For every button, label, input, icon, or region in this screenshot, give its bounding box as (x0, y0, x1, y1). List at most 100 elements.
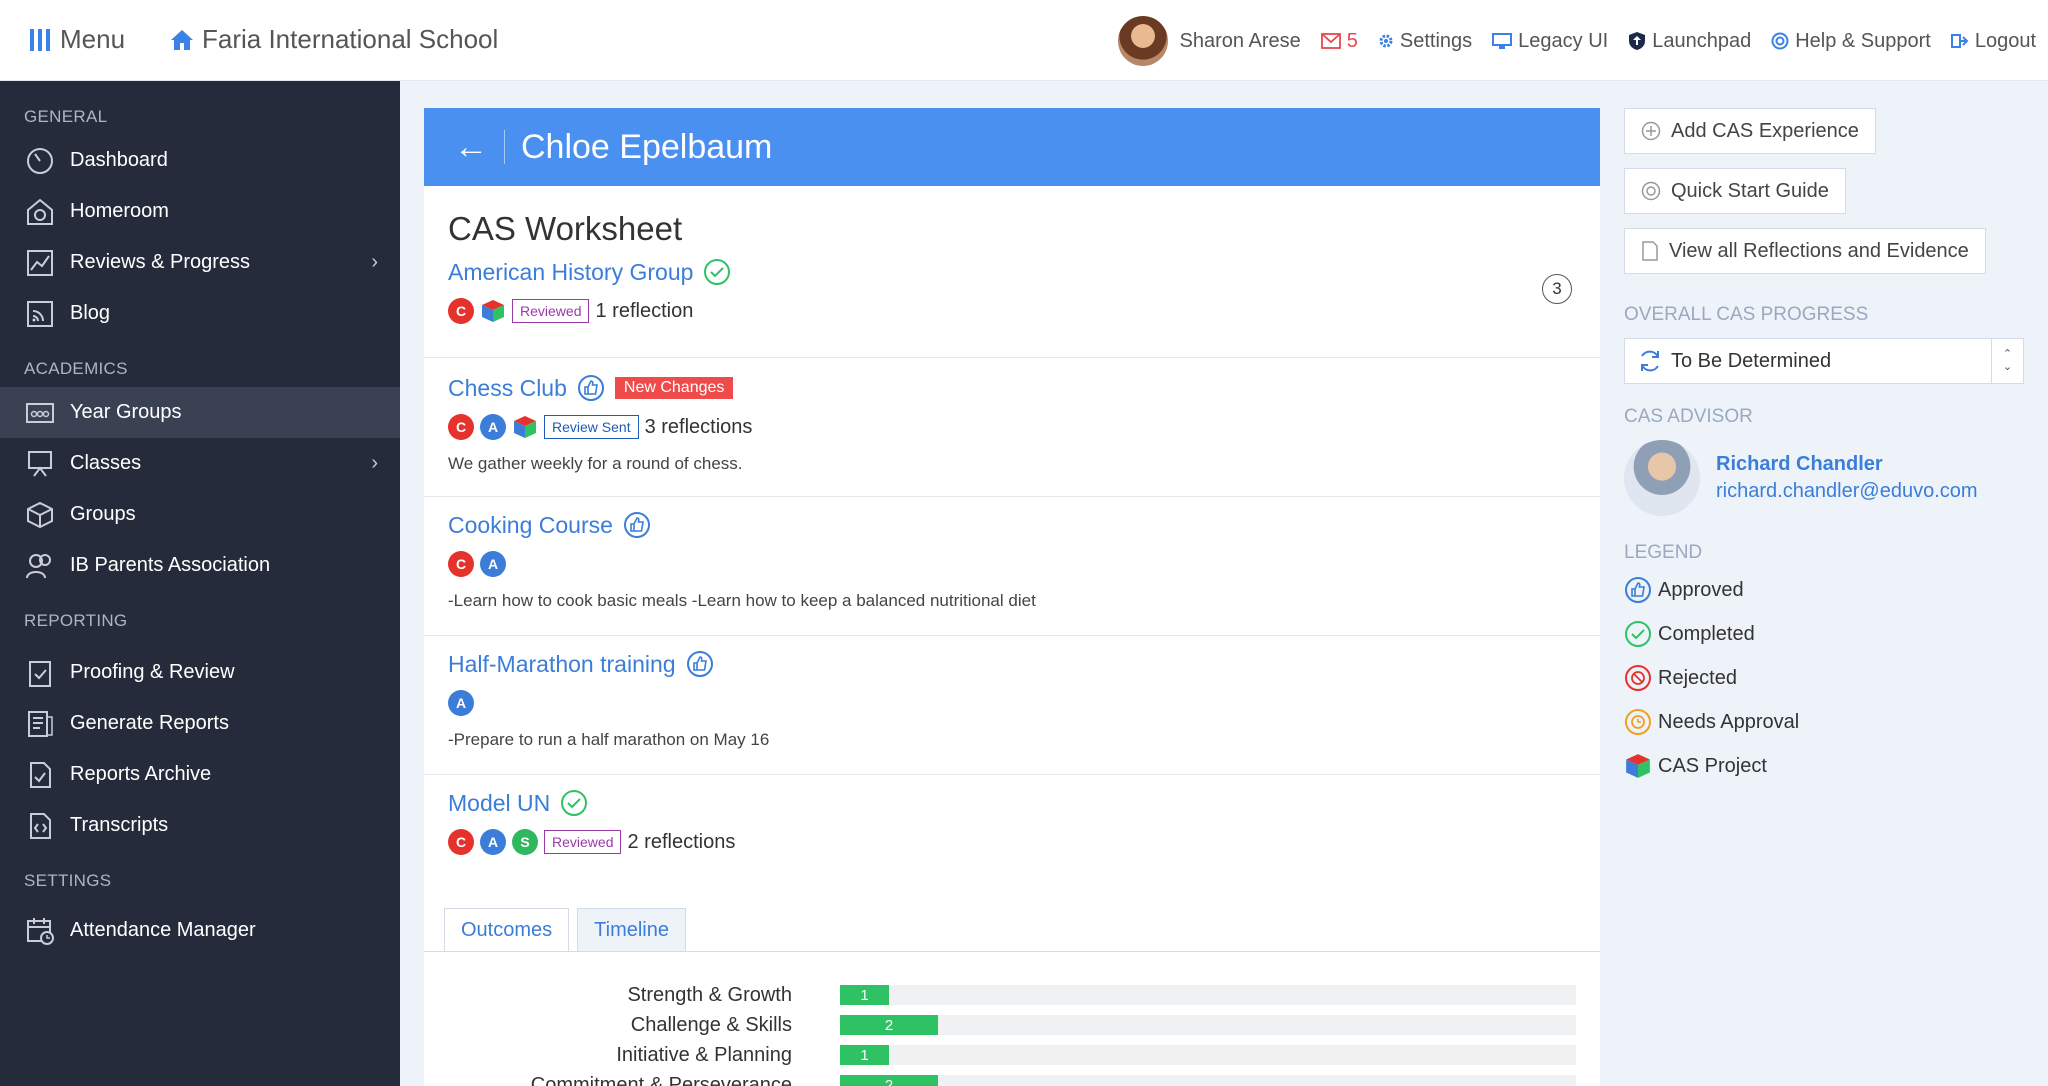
legacy-ui-link[interactable]: Legacy UI (1492, 30, 1608, 53)
experience-title-link[interactable]: American History Group (448, 259, 693, 286)
status-badge: Reviewed (512, 299, 590, 323)
student-name: Chloe Epelbaum (521, 127, 773, 166)
sidebar-item-attendance-manager[interactable]: Attendance Manager (0, 905, 400, 956)
quick-start-guide-button[interactable]: Quick Start Guide (1624, 168, 1846, 214)
sidebar-item-label: Year Groups (70, 401, 182, 423)
cube-icon (1626, 754, 1650, 778)
sidebar-item-transcripts[interactable]: Transcripts (0, 800, 400, 851)
rss-icon (24, 298, 56, 330)
activity-badge: A (448, 690, 474, 716)
experience-title-link[interactable]: Cooking Course (448, 512, 613, 539)
outcome-row: Challenge & Skills 2 (424, 1010, 1600, 1040)
advisor-email[interactable]: richard.chandler@eduvo.com (1716, 480, 1978, 503)
top-bar: Menu Faria International School Sharon A… (0, 0, 2048, 81)
cas-project-icon (482, 300, 504, 322)
experience-title-link[interactable]: Chess Club (448, 375, 567, 402)
reports-icon (24, 708, 56, 740)
clock-icon (1625, 709, 1651, 735)
chevron-updown-icon: ⌃ ⌄ (1991, 339, 2023, 383)
tab-divider (424, 951, 1600, 952)
sidebar-section-reporting: REPORTING (24, 611, 128, 630)
sidebar-item-label: Reviews & Progress (70, 251, 251, 273)
experience-description: -Prepare to run a half marathon on May 1… (448, 730, 770, 749)
cas-project-icon (514, 416, 536, 438)
cas-progress-select[interactable]: To Be Determined ⌃ ⌄ (1624, 338, 2024, 384)
thumbs-up-icon (686, 650, 714, 678)
sidebar-item-reviews-progress[interactable]: Reviews & Progress › (0, 237, 400, 288)
tab-outcomes[interactable]: Outcomes (444, 908, 570, 952)
back-arrow-icon[interactable]: ← (454, 130, 505, 164)
worksheet-tabs: Outcomes Timeline (444, 908, 686, 952)
status-badge: Reviewed (544, 830, 622, 854)
legend-item: Rejected (1624, 656, 2024, 700)
chevron-right-icon: › (371, 452, 378, 474)
archive-icon (24, 759, 56, 791)
sidebar-item-label: Homeroom (70, 200, 169, 222)
outcome-label: Challenge & Skills (630, 1013, 792, 1036)
reflections-count[interactable]: 3 reflections (645, 416, 753, 439)
check-circle-icon (1625, 621, 1651, 647)
experience-item: Cooking Course C A -Learn how to cook ba… (424, 497, 1600, 636)
legend-label: Completed (1658, 622, 1755, 645)
sidebar-item-blog[interactable]: Blog (0, 288, 400, 339)
settings-link[interactable]: Settings (1378, 30, 1472, 53)
school-link[interactable]: Faria International School (170, 24, 498, 55)
user-profile[interactable]: Sharon Arese (1117, 16, 1301, 66)
view-reflections-button[interactable]: View all Reflections and Evidence (1624, 228, 1986, 274)
new-changes-badge: New Changes (614, 377, 734, 399)
outcome-bar: 2 (840, 1075, 1576, 1086)
advisor-card: Richard Chandler richard.chandler@eduvo.… (1624, 440, 2024, 516)
clipboard-icon (24, 657, 56, 689)
button-label: View all Reflections and Evidence (1669, 239, 1969, 262)
outcome-bar: 2 (840, 1015, 1576, 1035)
outcome-fill: 2 (840, 1075, 939, 1086)
plus-circle-icon (1641, 121, 1661, 141)
home-icon (171, 29, 193, 50)
sidebar: GENERAL Dashboard Homeroom Reviews & Pro… (0, 81, 400, 1086)
sidebar-item-label: Dashboard (70, 149, 168, 171)
sidebar-item-label: Reports Archive (70, 763, 212, 785)
cas-worksheet-card: ← Chloe Epelbaum CAS Worksheet American … (424, 108, 1600, 1086)
menu-button[interactable]: Menu (30, 24, 125, 55)
sidebar-item-label: Proofing & Review (70, 661, 235, 683)
mail-icon (1320, 33, 1341, 49)
transcripts-icon (24, 810, 56, 842)
gear-icon (1379, 34, 1393, 48)
messages-link[interactable]: 5 (1320, 30, 1358, 53)
user-name: Sharon Arese (1179, 29, 1301, 52)
reflections-count[interactable]: 2 reflections (627, 831, 735, 854)
sidebar-item-ib-parents[interactable]: IB Parents Association (0, 540, 400, 591)
sidebar-item-classes[interactable]: Classes › (0, 438, 400, 489)
comments-count-icon[interactable]: 3 (1542, 274, 1572, 304)
check-circle-icon (560, 789, 588, 817)
logout-label: Logout (1974, 29, 2036, 52)
status-badge: Review Sent (544, 415, 639, 439)
logout-link[interactable]: Logout (1950, 29, 2036, 53)
document-icon (1642, 241, 1658, 261)
experience-title-link[interactable]: Half-Marathon training (448, 651, 676, 678)
advisor-name[interactable]: Richard Chandler (1716, 453, 1978, 476)
sidebar-item-dashboard[interactable]: Dashboard (0, 135, 400, 186)
sidebar-item-groups[interactable]: Groups (0, 489, 400, 540)
activity-badge: A (480, 414, 506, 440)
sidebar-item-proofing[interactable]: Proofing & Review (0, 647, 400, 698)
sidebar-item-homeroom[interactable]: Homeroom (0, 186, 400, 237)
reflections-count[interactable]: 1 reflection (595, 300, 693, 323)
outcome-fill: 2 (840, 1015, 939, 1035)
add-cas-experience-button[interactable]: Add CAS Experience (1624, 108, 1876, 154)
menu-icon (30, 28, 50, 51)
sidebar-item-year-groups[interactable]: Year Groups (0, 387, 400, 438)
experience-item: American History Group 3 C Reviewed 1 re… (424, 258, 1600, 358)
legend-label: Approved (1658, 578, 1744, 601)
outcome-fill: 1 (840, 1045, 890, 1065)
experience-title-link[interactable]: Model UN (448, 790, 550, 817)
sidebar-item-reports-archive[interactable]: Reports Archive (0, 749, 400, 800)
sidebar-item-generate-reports[interactable]: Generate Reports (0, 698, 400, 749)
progress-value: To Be Determined (1671, 349, 1832, 372)
tab-timeline[interactable]: Timeline (577, 908, 686, 952)
menu-label: Menu (60, 24, 126, 54)
school-name: Faria International School (202, 24, 499, 54)
help-link[interactable]: Help & Support (1771, 30, 1931, 53)
advisor-avatar (1624, 440, 1700, 516)
launchpad-link[interactable]: Launchpad (1628, 30, 1751, 53)
